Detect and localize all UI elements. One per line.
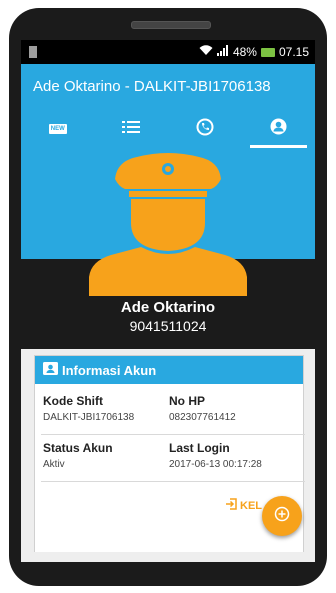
divider [41, 434, 305, 435]
account-icon [270, 118, 287, 140]
new-badge-icon: NEW [48, 124, 67, 134]
status-bar: 48% 07.15 [21, 40, 315, 64]
status-akun-value: Aktiv [43, 459, 65, 470]
card-title: Informasi Akun [62, 362, 157, 378]
battery-percent: 48% [232, 45, 257, 59]
battery-icon [260, 47, 275, 57]
phone-speaker [131, 21, 211, 29]
tab-new[interactable]: NEW [21, 110, 95, 148]
profile-number: 9041511024 [129, 318, 207, 334]
status-akun-label: Status Akun [43, 441, 113, 455]
tab-phone[interactable] [168, 110, 242, 148]
logout-label: KEL [240, 499, 262, 512]
kode-shift-label: Kode Shift [43, 394, 103, 408]
kode-shift-value: DALKIT-JBI1706138 [43, 412, 135, 423]
no-hp-value: 082307761412 [169, 412, 236, 423]
add-fab-button[interactable] [262, 496, 302, 536]
sim-icon [29, 46, 37, 58]
logout-icon [225, 498, 237, 513]
id-card-icon [43, 362, 58, 378]
app-bar: Ade Oktarino - DALKIT-JBI1706138 NEW [21, 64, 315, 151]
profile-name: Ade Oktarino [120, 299, 216, 316]
content-bottom [21, 552, 315, 562]
wifi-icon [199, 45, 213, 59]
signal-icon [216, 45, 229, 59]
phone-icon [196, 118, 214, 141]
no-hp-label: No HP [169, 394, 205, 408]
clock: 07.15 [278, 45, 309, 59]
list-icon [122, 120, 141, 139]
tab-account[interactable] [242, 110, 316, 148]
tab-bar: NEW [21, 110, 315, 148]
app-title: Ade Oktarino - DALKIT-JBI1706138 [33, 78, 271, 95]
last-login-value: 2017-06-13 00:17:28 [169, 459, 262, 470]
divider [41, 481, 305, 482]
add-circle-icon [274, 506, 290, 527]
tab-list[interactable] [95, 110, 169, 148]
logout-button[interactable]: KEL [225, 498, 262, 513]
card-header: Informasi Akun [35, 356, 303, 384]
account-info-card: Informasi Akun Kode Shift DALKIT-JBI1706… [34, 355, 305, 561]
status-right: 48% 07.15 [199, 45, 309, 59]
profile-text: Ade Oktarino 9041511024 [21, 151, 315, 351]
last-login-label: Last Login [169, 441, 230, 455]
